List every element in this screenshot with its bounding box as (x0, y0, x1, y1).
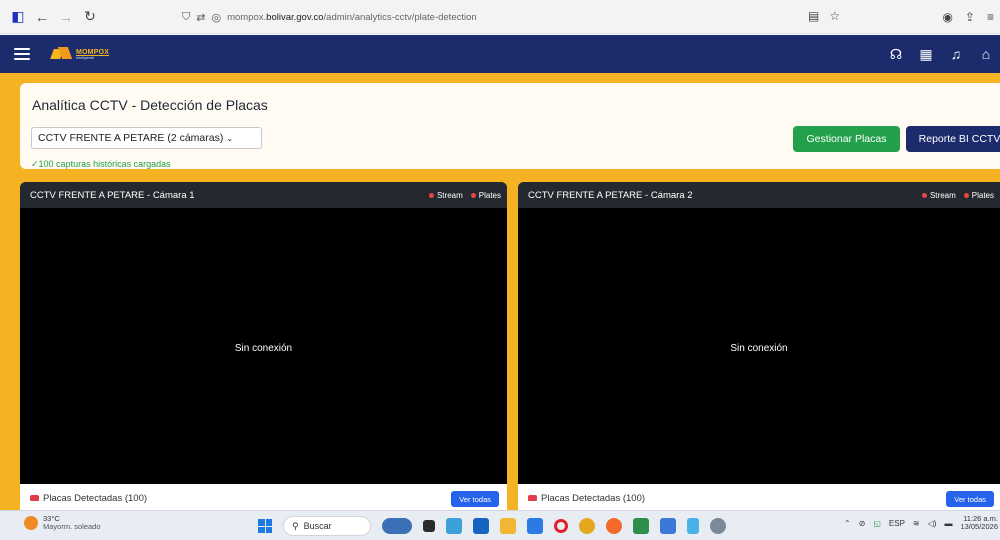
settings-icon[interactable] (710, 518, 726, 534)
tabs-icon[interactable]: ◧ (10, 8, 26, 25)
manage-plates-button[interactable]: Gestionar Placas (793, 126, 900, 152)
url-domain: bolivar.gov.co (266, 11, 324, 23)
camera-video[interactable]: Sin conexión (20, 208, 507, 484)
camera-panel-2: CCTV FRENTE A PETARE - Cámara 2 Stream P… (518, 182, 1000, 512)
store-icon[interactable] (473, 518, 489, 534)
camera-panel-1: CCTV FRENTE A PETARE - Cámara 1 Stream P… (20, 182, 507, 512)
camera-legend: Stream Plates (921, 182, 994, 208)
widgets-icon[interactable] (382, 518, 412, 534)
weather-widget[interactable]: 33°C Mayorm. soleado (24, 515, 101, 531)
plates-dot-icon (963, 192, 969, 198)
tray-icon[interactable]: ⊘ (859, 519, 866, 528)
main-content: Analítica CCTV - Detección de Placas CCT… (0, 73, 1000, 512)
file-explorer-icon[interactable] (500, 518, 516, 534)
address-actions: ▤ ☆ (808, 9, 840, 23)
browser-actions: ◉ ⇪ ≡ (942, 0, 1000, 34)
reload-icon[interactable]: ↻ (82, 8, 98, 25)
browser-toolbar: ◧ ← → ↻ ⛉ ⇄ ◎ mompox. bolivar.gov.co/admi… (0, 0, 1000, 34)
stream-dot-icon (428, 192, 434, 198)
shield-icon: ⛉ (182, 10, 191, 23)
site-info-icon[interactable]: ◎ (211, 11, 221, 24)
detected-plates-label: Placas Detectadas (100) (541, 492, 646, 504)
task-view-icon[interactable] (423, 520, 435, 532)
view-all-button[interactable]: Ver todas (946, 491, 994, 507)
bookmark-star-icon[interactable]: ☆ (829, 9, 840, 23)
legend-plates: Plates (470, 191, 501, 200)
chevron-up-icon[interactable]: ⌃ (844, 519, 851, 528)
permissions-icon[interactable]: ⇄ (196, 11, 205, 24)
camera-select-value: CCTV FRENTE A PETARE (2 cámaras) (38, 132, 224, 144)
app-logo[interactable]: MOMPOX inteligente (52, 47, 109, 61)
legend-stream: Stream (428, 191, 463, 200)
address-bar[interactable]: ⛉ ⇄ ◎ mompox. bolivar.gov.co/admin/analyt… (182, 4, 842, 30)
calendar-icon[interactable]: ▦ (918, 46, 934, 63)
detected-plates-label: Placas Detectadas (100) (43, 492, 148, 504)
stream-dot-icon (921, 192, 927, 198)
url-path: /admin/analytics-cctv/plate-detection (323, 11, 477, 23)
search-label: Buscar (303, 521, 332, 531)
menu-icon[interactable]: ≡ (987, 10, 994, 24)
logo-mark-icon (52, 47, 72, 61)
taskbar-apps: ⚲ Buscar (258, 516, 726, 536)
app-icon[interactable] (633, 518, 649, 534)
teams-icon[interactable] (446, 518, 462, 534)
chrome-icon[interactable] (579, 518, 595, 534)
extensions-icon[interactable]: ⇪ (965, 10, 975, 24)
camera-select[interactable]: CCTV FRENTE A PETARE (2 cámaras) ⌄ (31, 127, 262, 149)
app-icon[interactable] (527, 518, 543, 534)
camera-title: CCTV FRENTE A PETARE - Cámara 1 (30, 189, 195, 201)
back-icon[interactable]: ← (34, 9, 50, 25)
controls-card: Analítica CCTV - Detección de Placas CCT… (20, 83, 1000, 169)
clock-date: 13/05/2026 (960, 522, 998, 532)
camera-header: CCTV FRENTE A PETARE - Cámara 2 Stream P… (518, 182, 1000, 208)
weather-desc: Mayorm. soleado (43, 521, 101, 531)
system-tray: ⌃ ⊘ ◱ ESP ≋ ◁) ▬ 11:26 a.m. 13/05/2026 (844, 514, 998, 532)
camera-status: Sin conexión (234, 343, 293, 354)
header-actions: ☊ ▦ ♫ ⌂ (888, 35, 1000, 73)
reader-view-icon[interactable]: ▤ (808, 9, 819, 23)
headset-icon[interactable]: ☊ (888, 46, 904, 63)
detected-plates-bar: Placas Detectadas (100) Ver todas (518, 484, 1000, 512)
language-indicator[interactable]: ESP (889, 519, 905, 528)
windows-taskbar: 33°C Mayorm. soleado ⚲ Buscar ⌃ ⊘ ◱ ESP … (0, 510, 1000, 540)
camera-status: Sin conexión (730, 343, 788, 354)
start-icon[interactable] (258, 519, 272, 533)
app-header: MOMPOX inteligente ☊ ▦ ♫ ⌂ (0, 35, 1000, 73)
sun-icon (24, 515, 38, 530)
search-icon: ⚲ (292, 520, 299, 531)
wifi-icon[interactable]: ≋ (913, 519, 920, 528)
tray-icon[interactable]: ◱ (873, 519, 881, 528)
detected-plates-bar: Placas Detectadas (100) Ver todas (20, 484, 507, 512)
camera-legend: Stream Plates (428, 182, 501, 208)
volume-icon[interactable]: ◁) (928, 519, 937, 528)
home-icon[interactable]: ⌂ (978, 46, 994, 62)
camera-title: CCTV FRENTE A PETARE - Cámara 2 (528, 189, 693, 201)
browser-nav: ◧ ← → ↻ (0, 8, 150, 25)
legend-plates: Plates (963, 191, 994, 200)
loaded-status: ✓100 capturas históricas cargadas (31, 159, 171, 169)
app-icon[interactable] (687, 518, 699, 534)
chevron-down-icon: ⌄ (226, 133, 234, 143)
legend-stream: Stream (921, 191, 956, 200)
car-icon (30, 495, 39, 501)
forward-icon[interactable]: → (58, 9, 74, 25)
app-icon[interactable] (660, 518, 676, 534)
hamburger-menu-icon[interactable] (14, 48, 30, 60)
account-icon[interactable]: ◉ (942, 10, 952, 24)
camera-video[interactable]: Sin conexión (518, 208, 1000, 484)
clock[interactable]: 11:26 a.m. 13/05/2026 (960, 514, 998, 532)
taskbar-search[interactable]: ⚲ Buscar (283, 516, 371, 536)
bi-report-button[interactable]: Reporte BI CCTV (906, 126, 1000, 152)
view-all-button[interactable]: Ver todas (451, 491, 499, 507)
firefox-icon[interactable] (606, 518, 622, 534)
car-icon (528, 495, 537, 501)
bell-icon[interactable]: ♫ (948, 46, 964, 62)
logo-sub-text: inteligente (76, 54, 95, 60)
plates-dot-icon (470, 192, 476, 198)
battery-icon[interactable]: ▬ (944, 519, 952, 528)
camera-header: CCTV FRENTE A PETARE - Cámara 1 Stream P… (20, 182, 507, 208)
page-title: Analítica CCTV - Detección de Placas (32, 97, 268, 113)
opera-icon[interactable] (554, 519, 568, 533)
